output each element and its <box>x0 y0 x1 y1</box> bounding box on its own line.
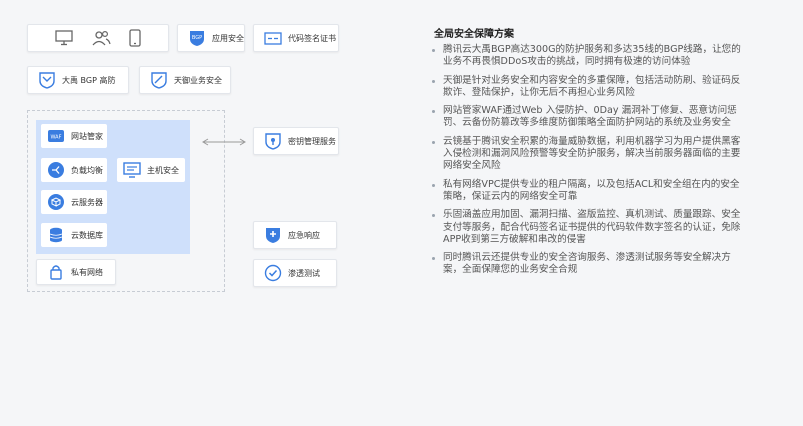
mobile-icon <box>129 29 141 47</box>
database-icon <box>49 227 63 243</box>
emergency-icon <box>266 228 280 243</box>
panel-title: 全局安全保障方案 <box>434 29 514 40</box>
list-item: 同时腾讯云还提供专业的安全咨询服务、渗透测试服务等安全解决方案，全面保障您的业务… <box>432 252 744 277</box>
list-item: 腾讯云大禹BGP高达300G的防护服务和多达35线的BGP线路，让您的业务不再畏… <box>432 44 744 69</box>
code-sign-cert-label: 代码签名证书 <box>288 33 336 43</box>
list-item: 乐固涵盖应用加固、漏洞扫描、盗版监控、真机测试、质量跟踪、安全支付等服务，配合代… <box>432 209 744 246</box>
business-security-card[interactable]: 天御业务安全 <box>139 66 231 94</box>
svg-text:BGP: BGP <box>192 35 202 41</box>
server-icon <box>48 194 64 210</box>
list-item: 网站管家WAF通过Web 入侵防护、0Day 漏洞补丁修复、恶意访问惩罚、云备份… <box>432 105 744 130</box>
load-balancer-card[interactable]: 负载均衡 <box>41 158 107 182</box>
bgp-anti-ddos-card[interactable]: 大禹 BGP 高防 <box>27 66 129 94</box>
certificate-icon <box>264 32 282 45</box>
private-network-label: 私有网络 <box>71 267 103 277</box>
kms-card[interactable]: 密钥管理服务 <box>253 127 339 155</box>
host-security-label: 主机安全 <box>147 165 179 175</box>
key-lock-icon <box>265 133 281 150</box>
emergency-response-label: 应急响应 <box>288 230 320 240</box>
bgp-shield-icon: BGP <box>190 31 204 46</box>
shield-icon <box>39 72 55 89</box>
cvm-label: 云服务器 <box>71 197 103 207</box>
kms-label: 密钥管理服务 <box>288 136 336 146</box>
app-security-card[interactable]: BGP 应用安全 <box>177 24 245 52</box>
users-icon <box>92 30 111 46</box>
business-security-label: 天御业务安全 <box>174 75 222 85</box>
bgp-anti-ddos-label: 大禹 BGP 高防 <box>62 75 116 85</box>
list-item: 私有网络VPC提供专业的租户隔离，以及包括ACL和安全组在内的安全策略，保证云内… <box>432 179 744 204</box>
svg-text:WAF: WAF <box>51 135 62 141</box>
private-network-card[interactable]: 私有网络 <box>36 259 116 285</box>
waf-icon: WAF <box>48 130 64 142</box>
emergency-response-card[interactable]: 应急响应 <box>253 221 337 249</box>
database-card[interactable]: 云数据库 <box>41 223 107 247</box>
waf-card[interactable]: WAF 网站管家 <box>41 124 107 148</box>
code-sign-cert-card[interactable]: 代码签名证书 <box>253 24 339 52</box>
waf-label: 网站管家 <box>71 131 103 141</box>
app-security-label: 应用安全 <box>212 33 244 43</box>
pentest-icon <box>264 264 282 282</box>
client-devices-card <box>27 24 169 52</box>
database-label: 云数据库 <box>71 230 103 240</box>
architecture-diagram: BGP 应用安全 代码签名证书 大禹 BGP 高防 天御业务安全 WAF 网站管… <box>0 0 400 426</box>
load-balancer-icon <box>48 162 64 178</box>
bullet-list: 腾讯云大禹BGP高达300G的防护服务和多达35线的BGP线路，让您的业务不再畏… <box>432 44 744 283</box>
cvm-card[interactable]: 云服务器 <box>41 190 107 214</box>
monitor-icon <box>55 30 73 46</box>
list-item: 云镜基于腾讯安全积累的海量威胁数据，利用机器学习为用户提供黑客入侵检测和漏洞风险… <box>432 136 744 173</box>
list-item: 天御是针对业务安全和内容安全的多重保障，包括活动防刷、验证码反欺诈、登陆保护，让… <box>432 75 744 100</box>
connector-arrow <box>202 138 246 146</box>
pentest-card[interactable]: 渗透测试 <box>253 259 337 287</box>
pentest-label: 渗透测试 <box>288 268 320 278</box>
load-balancer-label: 负载均衡 <box>71 165 103 175</box>
host-security-card[interactable]: 主机安全 <box>117 158 185 182</box>
host-security-icon <box>123 162 141 178</box>
private-network-icon <box>50 265 62 280</box>
shield-stripe-icon <box>151 72 167 89</box>
